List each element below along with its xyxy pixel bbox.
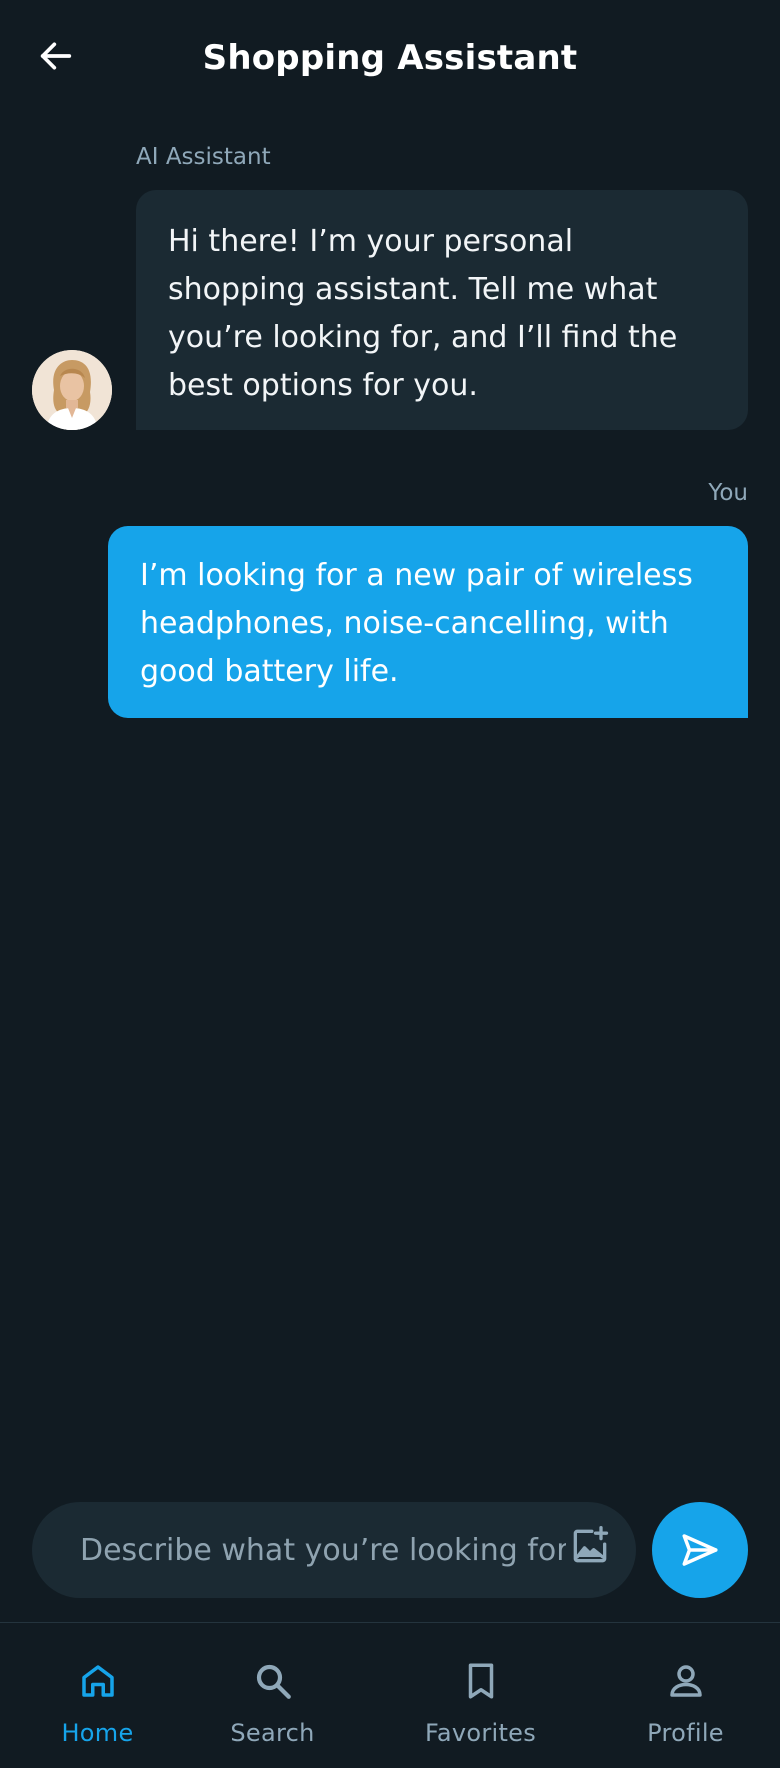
- add-photo-icon: [573, 1526, 609, 1563]
- send-icon: [682, 1534, 718, 1566]
- nav-label-search: Search: [230, 1719, 315, 1747]
- user-message-bubble: I’m looking for a new pair of wireless h…: [108, 526, 748, 718]
- nav-item-profile[interactable]: Profile: [588, 1623, 780, 1768]
- bookmark-icon: [468, 1663, 493, 1699]
- attach-image-button[interactable]: [568, 1524, 612, 1568]
- page-title: Shopping Assistant: [202, 38, 578, 78]
- nav-item-favorites[interactable]: Favorites: [383, 1623, 578, 1768]
- user-sender-label: You: [708, 480, 748, 506]
- assistant-avatar: [32, 350, 112, 430]
- nav-label-home: Home: [61, 1719, 134, 1747]
- nav-item-home[interactable]: Home: [0, 1623, 195, 1768]
- nav-item-search[interactable]: Search: [175, 1623, 370, 1768]
- search-icon: [256, 1664, 291, 1699]
- message-input[interactable]: [80, 1502, 566, 1598]
- assistant-message-bubble: Hi there! I’m your personal shopping ass…: [136, 190, 748, 430]
- message-composer: [32, 1502, 636, 1598]
- assistant-sender-label: AI Assistant: [136, 144, 271, 170]
- app-header: Shopping Assistant: [0, 0, 780, 124]
- nav-label-favorites: Favorites: [424, 1719, 537, 1747]
- send-button[interactable]: [652, 1502, 748, 1598]
- bottom-navigation: Home Search Favorites Profile: [0, 1622, 780, 1768]
- home-icon: [81, 1665, 114, 1697]
- nav-label-profile: Profile: [647, 1719, 724, 1747]
- person-icon: [669, 1665, 702, 1697]
